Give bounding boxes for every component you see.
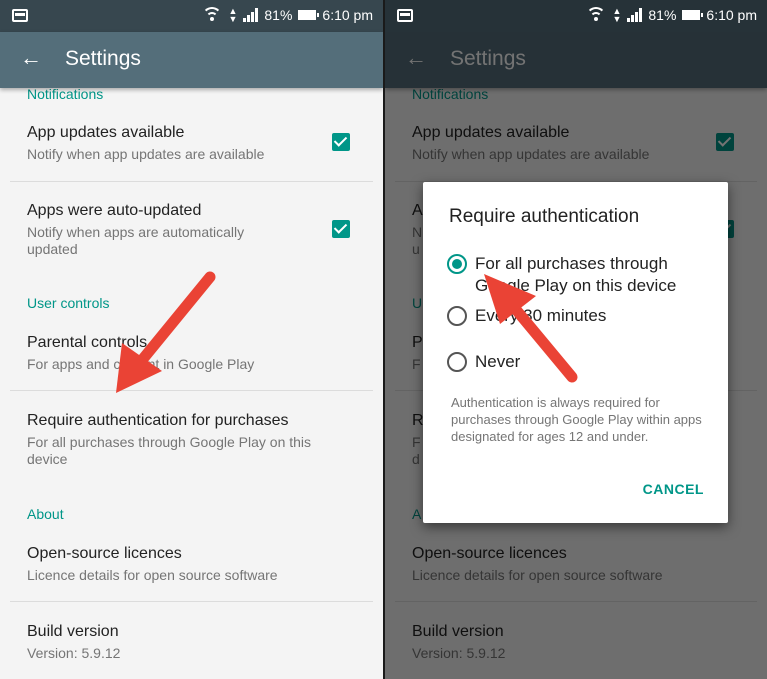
divider [10, 390, 373, 391]
dialog-title: Require authentication [449, 206, 640, 227]
setting-subtitle: Notify when apps are automatically updat… [27, 224, 245, 257]
section-notifications: Notifications [27, 86, 104, 102]
notification-icon [397, 9, 413, 22]
radio-selected[interactable] [447, 254, 467, 274]
setting-auto-updated[interactable]: Apps were auto-updated Notify when apps … [0, 194, 383, 274]
page-title: Settings [65, 47, 141, 70]
option-label: Never [475, 352, 521, 371]
setting-subtitle: Licence details for open source software [27, 567, 278, 583]
option-label: Every 30 minutes [475, 306, 607, 325]
setting-title: Build version [27, 623, 119, 640]
cancel-button[interactable]: CANCEL [643, 481, 704, 497]
setting-title: Parental controls [27, 334, 148, 351]
app-bar: ← Settings [0, 32, 383, 88]
setting-licences[interactable]: Open-source licences Licence details for… [0, 537, 383, 599]
wifi-icon [586, 7, 607, 23]
divider [10, 601, 373, 602]
signal-icon [627, 8, 643, 22]
clock: 6:10 pm [706, 7, 757, 23]
left-phone-screen: ▲ ▼ 81% 6:10 pm ← Settings Notifications … [0, 0, 383, 679]
settings-list: Notifications App updates available Noti… [0, 86, 383, 679]
section-user-controls: User controls [27, 295, 110, 311]
battery-icon [682, 10, 704, 20]
option-all-purchases[interactable]: For all purchases through Google Play on… [447, 254, 718, 298]
setting-parental-controls[interactable]: Parental controls For apps and content i… [0, 326, 383, 390]
option-label: For all purchases through Google Play on… [475, 254, 677, 295]
dialog-note: Authentication is always required for pu… [451, 395, 702, 444]
require-authentication-dialog: Require authentication For all purchases… [423, 182, 728, 523]
option-never[interactable]: Never [447, 352, 718, 378]
checkbox-checked[interactable] [332, 220, 350, 238]
section-about: About [27, 506, 64, 522]
setting-subtitle: Notify when app updates are available [27, 146, 265, 162]
radio-unselected[interactable] [447, 306, 467, 326]
battery-percent: 81% [648, 7, 677, 23]
status-bar: ▲ ▼ 81% 6:10 pm [0, 0, 383, 32]
setting-subtitle: Version: 5.9.12 [27, 645, 121, 661]
setting-app-updates[interactable]: App updates available Notify when app up… [0, 116, 383, 182]
clock: 6:10 pm [322, 7, 373, 23]
right-phone-screen: ▲▼ 81% 6:10 pm ← Settings Notifications … [385, 0, 767, 679]
divider [10, 181, 373, 182]
setting-title: Apps were auto-updated [27, 202, 202, 219]
signal-icon [243, 8, 259, 22]
setting-build-version[interactable]: Build version Version: 5.9.12 [0, 615, 383, 675]
notification-icon [12, 9, 28, 22]
option-every-30-minutes[interactable]: Every 30 minutes [447, 306, 718, 332]
data-arrows-icon: ▲ ▼ [612, 6, 622, 24]
battery-percent: 81% [264, 7, 293, 23]
wifi-icon [202, 7, 223, 23]
setting-subtitle: For apps and content in Google Play [27, 356, 255, 372]
status-bar: ▲ ▼ 81% 6:10 pm [385, 0, 767, 32]
setting-title: Open-source licences [27, 545, 182, 562]
data-arrows-icon: ▲ ▼ [228, 6, 238, 24]
back-arrow-icon[interactable]: ← [20, 46, 44, 70]
setting-subtitle: For all purchases through Google Play on… [27, 434, 312, 467]
setting-title: App updates available [27, 124, 185, 141]
setting-title: Require authentication for purchases [27, 412, 289, 429]
radio-unselected[interactable] [447, 352, 467, 372]
checkbox-checked[interactable] [332, 133, 350, 151]
battery-icon [298, 10, 320, 20]
setting-require-authentication[interactable]: Require authentication for purchases For… [0, 404, 383, 484]
